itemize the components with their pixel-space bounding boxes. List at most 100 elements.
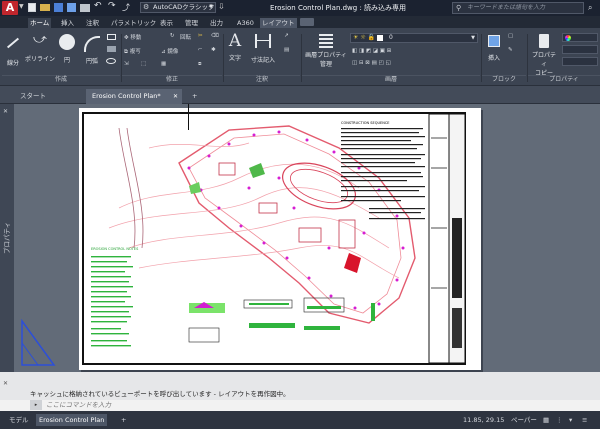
stretch-icon: ⇲: [124, 61, 129, 67]
share-icon[interactable]: ⤴: [122, 2, 130, 13]
ribbon-tab-view[interactable]: 表示: [158, 18, 175, 28]
ribbon-tab-layout[interactable]: レイアウト: [260, 18, 297, 28]
layer-properties-label: 画層プロパティ: [305, 52, 347, 59]
ucs-icon[interactable]: [18, 318, 58, 369]
customize-icon[interactable]: ≡: [579, 414, 590, 426]
linetype-control[interactable]: [562, 45, 598, 54]
layer-dropdown[interactable]: ☀ ☼ 🔓 0 ▼: [350, 33, 478, 43]
create-block-icon[interactable]: ▢: [508, 33, 513, 39]
model-tab[interactable]: モデル: [6, 414, 32, 426]
lightbulb-icon: ☀: [353, 34, 359, 41]
explode-icon[interactable]: ✱: [211, 47, 216, 53]
open-icon[interactable]: [40, 4, 50, 11]
workspace-extra-icon[interactable]: ⇩: [218, 2, 225, 11]
layer-tools-row1[interactable]: ◧ ◨ ◩ ◪ ▣ ⊞: [352, 48, 391, 54]
add-layout-button[interactable]: +: [118, 414, 129, 426]
rotate-tool[interactable]: 回転: [180, 33, 191, 41]
copy-tool[interactable]: ⧉ 複写: [124, 47, 141, 56]
gear-icon: ⚙: [143, 3, 150, 11]
layout-tab[interactable]: Erosion Control Plan: [36, 414, 108, 426]
drawing-area[interactable]: CONSTRUCTION SEQUENCE EROSION CONTROL NO…: [14, 104, 600, 372]
polyline-button[interactable]: ⤻ ポリライン: [24, 32, 56, 70]
rectangle-icon[interactable]: [106, 34, 116, 40]
line-button[interactable]: 線分: [4, 32, 22, 70]
mirror-tool[interactable]: ⊿ 鏡像: [161, 47, 178, 55]
annotation-group-label[interactable]: 注釈: [224, 75, 300, 83]
hatch-icon[interactable]: [106, 46, 116, 52]
insert-block-button[interactable]: 挿入: [484, 32, 504, 70]
erase-icon[interactable]: ⌫: [211, 33, 219, 39]
ribbon-tab-a360[interactable]: A360: [235, 18, 256, 28]
ortho-icon[interactable]: ▾: [566, 414, 575, 426]
workspace-selector[interactable]: ⚙ AutoCADクラシック ▼: [140, 2, 216, 13]
save-icon[interactable]: [54, 3, 63, 12]
stretch-tool[interactable]: ⇲: [124, 61, 129, 67]
match-properties-icon: [539, 34, 549, 48]
layer-tools-row2[interactable]: ◫ ⊟ ⊠ ▤ ◰ ◱: [352, 60, 391, 66]
ribbon-tab-parametric[interactable]: パラメトリック: [109, 18, 158, 28]
scale-tool[interactable]: ⬚: [141, 61, 146, 67]
app-menu-button[interactable]: A: [2, 1, 18, 15]
circle-button[interactable]: 円: [57, 32, 77, 70]
text-icon: A: [228, 31, 242, 51]
ribbon-tab-annotate[interactable]: 注釈: [84, 18, 101, 28]
array-tool[interactable]: ▦: [161, 61, 166, 67]
ribbon-tab-manage[interactable]: 管理: [183, 18, 200, 28]
save-as-icon[interactable]: [67, 3, 76, 12]
mirror-icon: ⊿: [161, 49, 166, 55]
new-icon[interactable]: [28, 3, 36, 12]
redo-icon[interactable]: ↷: [108, 1, 116, 11]
paper-space-toggle[interactable]: ペーパー: [508, 414, 540, 426]
color-control[interactable]: [562, 33, 598, 42]
arc-button[interactable]: 円弧: [80, 32, 104, 70]
search-input[interactable]: ⚲ キーワードまたは語句を入力: [452, 2, 584, 14]
table-icon[interactable]: ▤: [284, 47, 289, 53]
grid-icon[interactable]: ▦: [540, 414, 552, 426]
undo-icon[interactable]: ↶: [94, 1, 102, 11]
ribbon-tab-bar: ホーム 挿入 注釈 パラメトリック 表示 管理 出力 A360 レイアウト: [0, 16, 600, 28]
new-tab-button[interactable]: +: [186, 89, 203, 104]
modify-group-label[interactable]: 修正: [122, 75, 222, 83]
edit-block-icon[interactable]: ✎: [508, 47, 513, 53]
text-button[interactable]: A 文字: [226, 32, 244, 70]
drawing-tab[interactable]: Erosion Control Plan* ✕: [86, 89, 182, 104]
ribbon-minimize-icon[interactable]: [300, 18, 314, 26]
offset-icon[interactable]: ⧈: [198, 61, 202, 68]
search-button[interactable]: ⌕: [588, 3, 592, 13]
ribbon-tab-insert[interactable]: 挿入: [59, 18, 76, 28]
ribbon-tab-home[interactable]: ホーム: [28, 18, 52, 28]
palette-close-icon[interactable]: ✕: [3, 108, 8, 115]
ellipse-icon[interactable]: [106, 58, 116, 64]
command-history-close-icon[interactable]: ✕: [3, 380, 8, 387]
properties-palette-collapsed[interactable]: ✕ プロパティ: [0, 104, 14, 372]
dimension-button[interactable]: 寸法記入: [246, 32, 280, 70]
properties-group-label[interactable]: プロパティ: [528, 75, 600, 83]
sun-icon: ☼: [360, 34, 366, 41]
match-properties-button[interactable]: プロパティ コピー: [530, 32, 558, 77]
insert-label: 挿入: [487, 55, 500, 62]
command-input[interactable]: [46, 400, 586, 410]
lineweight-control[interactable]: [562, 57, 598, 66]
leader-icon[interactable]: ↗: [284, 33, 289, 39]
snap-icon[interactable]: ⋮: [553, 414, 566, 426]
command-prompt-icon[interactable]: ▸: [30, 400, 42, 410]
fillet-icon[interactable]: ⌐: [198, 47, 203, 53]
rotate-icon[interactable]: ↻: [170, 33, 175, 39]
chevron-down-icon[interactable]: ▼: [19, 3, 24, 10]
line-label: 線分: [6, 60, 19, 67]
layer-properties-button[interactable]: 画層プロパティ 管理: [304, 32, 348, 70]
draw-group-label[interactable]: 作成: [2, 75, 120, 83]
move-tool[interactable]: ✥ 移動: [124, 33, 141, 41]
status-bar: モデル Erosion Control Plan + 11.85, 29.15 …: [0, 411, 600, 429]
block-group-label[interactable]: ブロック: [482, 75, 526, 83]
trim-tool[interactable]: ✂: [198, 33, 203, 39]
layer-properties-label-2: 管理: [319, 61, 332, 68]
line-icon: [6, 37, 20, 49]
start-tab[interactable]: スタート: [14, 89, 52, 104]
coordinate-readout[interactable]: 11.85, 29.15: [460, 414, 507, 426]
workspace-label: AutoCADクラシック: [153, 3, 215, 11]
close-icon[interactable]: ✕: [173, 89, 178, 104]
print-icon[interactable]: [80, 4, 90, 12]
ribbon-tab-output[interactable]: 出力: [208, 18, 225, 28]
layers-group-label[interactable]: 画層: [302, 75, 480, 83]
